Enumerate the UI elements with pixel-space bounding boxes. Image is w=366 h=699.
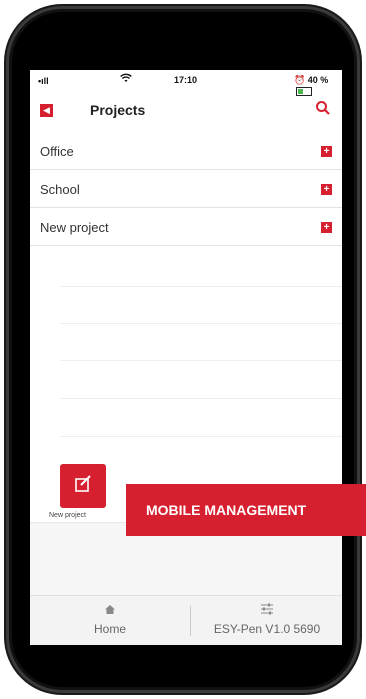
list-item[interactable]: Office + (30, 132, 342, 170)
nav-home-label: Home (93, 622, 126, 636)
overlay-banner: MOBILE MANAGEMENT (126, 484, 366, 536)
divider (60, 360, 342, 361)
add-icon[interactable]: + (321, 146, 332, 157)
signal-icon: •ıll (38, 76, 49, 86)
home-icon (105, 605, 115, 614)
project-label: New project (40, 220, 109, 235)
project-label: School (40, 182, 80, 197)
divider (60, 286, 342, 287)
list-item[interactable]: School + (30, 170, 342, 208)
new-project-label: New project (49, 512, 86, 519)
alarm-icon: ⏰ (294, 75, 306, 85)
bottom-nav: Home ESY-Pen V1.0 5690 (30, 595, 342, 645)
add-icon[interactable]: + (321, 184, 332, 195)
search-button[interactable] (314, 99, 332, 117)
divider (190, 606, 191, 636)
divider (60, 436, 342, 437)
add-icon[interactable]: + (321, 222, 332, 233)
status-time: 17:10 (174, 75, 198, 85)
page-title: Projects (90, 102, 146, 118)
divider (60, 398, 342, 399)
battery-percent: 40 % (307, 75, 329, 85)
project-list: Office + School + New project + (30, 132, 342, 246)
edit-icon (75, 475, 91, 492)
back-button[interactable]: ◀ (40, 104, 53, 117)
wifi-icon (120, 73, 132, 86)
status-bar: •ıll 17:10 ⏰ 40 % (30, 70, 342, 97)
header-bar: ◀ Projects (30, 92, 342, 132)
divider (60, 323, 342, 324)
nav-device-label: ESY-Pen V1.0 5690 (213, 622, 321, 636)
nav-device[interactable]: ESY-Pen V1.0 5690 (196, 602, 338, 636)
new-project-button[interactable] (60, 464, 106, 508)
list-item[interactable]: New project + (30, 208, 342, 246)
sliders-icon (261, 603, 273, 615)
app-screen: •ıll 17:10 ⏰ 40 % ◀ Projects Office + Sc… (30, 70, 342, 645)
project-label: Office (40, 144, 74, 159)
chevron-left-icon: ◀ (43, 105, 50, 115)
nav-home[interactable]: Home (80, 602, 140, 636)
search-icon (316, 101, 330, 115)
